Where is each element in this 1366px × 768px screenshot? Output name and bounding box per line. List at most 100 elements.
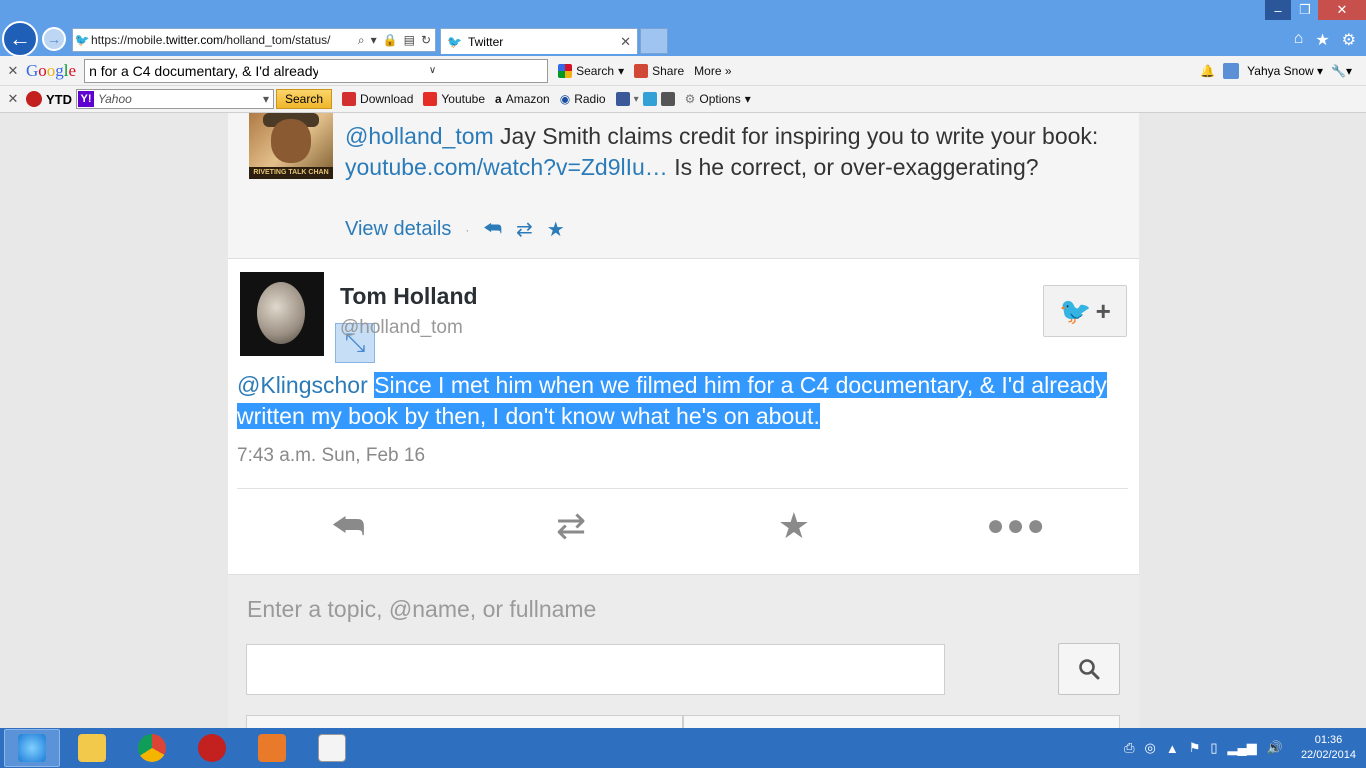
toolbar-link-amazon[interactable]: a Amazon — [495, 92, 550, 106]
chevron-down-icon[interactable]: ▾ — [634, 94, 639, 105]
chevron-down-icon[interactable]: ∨ — [318, 65, 547, 76]
retweet-icon[interactable]: ⇄ — [516, 217, 533, 242]
options-button[interactable]: ⚙ Options ▾ — [685, 92, 751, 106]
search-icon[interactable]: ⌕ — [358, 33, 365, 48]
more-label: More » — [694, 63, 732, 78]
youtube-link[interactable]: youtube.com/watch?v=Zd9lIu… — [345, 154, 668, 180]
browser-titlebar: ← → 🐦 https://mobile.twitter.com/holland… — [0, 0, 1366, 57]
divider — [237, 488, 1128, 489]
taskbar-app[interactable] — [244, 729, 300, 767]
taskbar-internet-explorer[interactable] — [4, 729, 60, 767]
tweet-timestamp: 7:43 a.m. Sun, Feb 16 — [237, 445, 426, 466]
result-card[interactable] — [246, 715, 683, 728]
logo-letter: e — [68, 60, 77, 80]
yahoo-toolbar: ✕ YTD Y! Yahoo ▾ Search Download Youtube… — [0, 86, 1366, 113]
google-logo[interactable]: Google — [26, 61, 76, 81]
mention-link[interactable]: @Klingschor — [237, 372, 368, 398]
chevron-up-icon[interactable]: ▲ — [1166, 741, 1179, 756]
more-button[interactable]: More » — [694, 64, 731, 78]
author-avatar[interactable] — [240, 272, 324, 356]
tab-twitter[interactable]: 🐦 Twitter ✕ — [440, 28, 638, 54]
toolbar-link-download[interactable]: Download — [342, 92, 413, 106]
maximize-button[interactable]: ❐ — [1292, 0, 1318, 20]
tab-close-icon[interactable]: ✕ — [620, 34, 631, 50]
toolbar-link-radio[interactable]: ◉ Radio — [560, 92, 606, 106]
facebook-icon[interactable] — [615, 92, 630, 106]
chrome-icon — [138, 734, 166, 762]
close-toolbar-icon[interactable]: ✕ — [0, 63, 26, 79]
dropdown-icon[interactable]: ▾ — [371, 33, 377, 48]
system-tray: ⎙ ◎ ▲ ⚑ ▯ ▂▄▆ 🔊 01:36 22/02/2014 — [1124, 733, 1366, 763]
google-search-icon — [558, 63, 573, 78]
search-button[interactable] — [1058, 643, 1120, 695]
battery-icon[interactable]: ▯ — [1210, 740, 1217, 756]
share-button[interactable]: Share — [634, 63, 684, 78]
flag-icon[interactable]: ⚑ — [1189, 740, 1201, 756]
settings-gear-icon[interactable]: ⚙ — [1342, 30, 1356, 50]
reply-icon[interactable]: ⮪ — [308, 505, 388, 548]
taskbar-document[interactable] — [304, 729, 360, 767]
yahoo-search-input[interactable]: Y! Yahoo ▾ — [76, 89, 274, 109]
google-search-button[interactable]: Search ▾ — [558, 63, 624, 78]
google-plus-icon[interactable] — [660, 92, 675, 106]
magnifier-icon — [1079, 659, 1100, 680]
yahoo-placeholder: Yahoo — [98, 92, 132, 106]
favorites-star-icon[interactable]: ★ — [1315, 30, 1329, 50]
notification-bell-icon[interactable]: 🔔 — [1200, 64, 1215, 78]
network-device-icon[interactable]: ⎙ — [1124, 740, 1134, 756]
clock[interactable]: 01:36 22/02/2014 — [1301, 733, 1356, 763]
google-search-input[interactable]: n for a C4 documentary, & I'd already wr… — [84, 58, 549, 83]
wrench-icon[interactable]: 🔧▾ — [1331, 64, 1352, 78]
clock-time: 01:36 — [1314, 734, 1343, 746]
taskbar-chrome[interactable] — [124, 729, 180, 767]
yahoo-search-button[interactable]: Search — [276, 89, 333, 109]
taskbar-ytd[interactable] — [184, 729, 240, 767]
author-handle[interactable]: @holland_tom — [340, 317, 463, 339]
toolbar-link-youtube[interactable]: Youtube — [423, 92, 485, 106]
minimize-button[interactable]: ‒ — [1265, 0, 1291, 20]
options-label: Options — [699, 92, 741, 106]
broadcast-icon[interactable]: ◎ — [1145, 740, 1156, 756]
ytd-button[interactable]: YTD — [26, 91, 72, 107]
tab-title: Twitter — [467, 34, 504, 49]
reply-icon[interactable]: ⮪ — [483, 218, 502, 241]
more-dots-icon[interactable]: ●●● — [977, 509, 1057, 543]
home-icon[interactable]: ⌂ — [1294, 30, 1304, 50]
back-button[interactable]: ← — [2, 21, 38, 57]
signal-icon[interactable]: ▂▄▆ — [1228, 740, 1257, 756]
logo-letter: o — [46, 60, 56, 80]
chevron-down-icon[interactable]: ▾ — [263, 92, 273, 106]
twitter-icon[interactable] — [642, 92, 657, 106]
view-details-link[interactable]: View details — [345, 218, 451, 241]
avatar-caption: RIVETING TALK CHAN — [249, 167, 333, 179]
author-name[interactable]: Tom Holland — [340, 283, 478, 310]
follow-button[interactable]: 🐦 + — [1043, 285, 1127, 337]
address-url[interactable]: https://mobile.twitter.com/holland_tom/s… — [91, 33, 358, 47]
lock-icon[interactable]: 🔒 — [383, 33, 398, 48]
forward-button[interactable]: → — [42, 27, 66, 51]
prev-tweet-avatar[interactable]: RIVETING TALK CHAN — [249, 113, 333, 179]
previous-tweet[interactable]: RIVETING TALK CHAN @holland_tom Jay Smit… — [228, 113, 1139, 259]
volume-icon[interactable]: 🔊 — [1267, 740, 1283, 756]
address-bar[interactable]: 🐦 https://mobile.twitter.com/holland_tom… — [72, 28, 436, 52]
taskbar-file-explorer[interactable] — [64, 729, 120, 767]
amazon-icon: a — [495, 92, 502, 106]
close-window-button[interactable]: ✕ — [1318, 0, 1366, 20]
favorite-star-icon[interactable]: ★ — [547, 217, 565, 242]
user-menu[interactable]: Yahya Snow ▾ — [1247, 64, 1323, 78]
document-icon — [318, 734, 346, 762]
plus-icon: + — [1095, 295, 1111, 326]
gear-icon: ⚙ — [684, 92, 696, 106]
tweet-body: Is he correct, or over-exaggerating? — [667, 153, 1039, 180]
mention-link[interactable]: @holland_tom — [345, 123, 494, 149]
retweet-icon[interactable]: ⇄ — [531, 505, 611, 547]
compat-view-icon[interactable]: ▤ — [404, 33, 415, 48]
favorite-star-icon[interactable]: ★ — [754, 505, 834, 547]
user-avatar-icon — [1223, 62, 1240, 79]
search-input[interactable] — [246, 644, 945, 695]
new-tab-button[interactable] — [640, 28, 668, 54]
refresh-icon[interactable]: ↻ — [421, 33, 431, 48]
avatar-coin — [257, 282, 305, 344]
close-toolbar-icon[interactable]: ✕ — [0, 91, 26, 107]
result-card[interactable] — [683, 715, 1120, 728]
